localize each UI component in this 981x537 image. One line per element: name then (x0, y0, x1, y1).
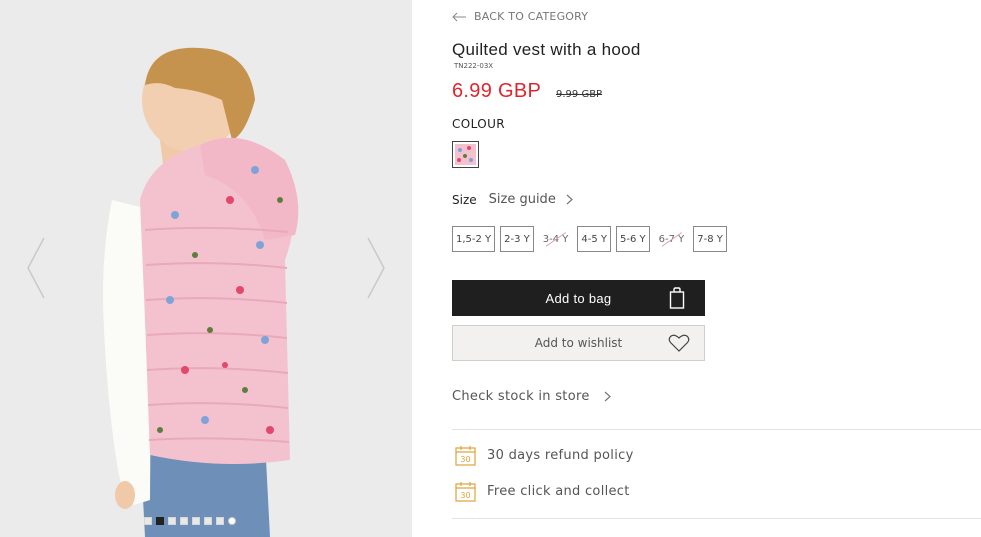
gallery-dot[interactable] (192, 517, 200, 525)
svg-text:30: 30 (460, 455, 470, 464)
heart-icon (668, 334, 690, 352)
size-option[interactable]: 2-3 Y (500, 226, 534, 252)
svg-text:30: 30 (460, 491, 470, 500)
product-sku: TN222-03X (454, 62, 494, 70)
add-to-wishlist-button[interactable]: Add to wishlist (452, 325, 705, 361)
product-details-panel: BACK TO CATEGORY Quilted vest with a hoo… (452, 0, 981, 537)
size-option[interactable]: 1,5-2 Y (452, 226, 496, 252)
add-to-wishlist-label: Add to wishlist (534, 336, 623, 350)
chevron-right-icon (566, 194, 573, 205)
gallery-dot[interactable] (204, 517, 212, 525)
gallery-dot[interactable] (156, 517, 164, 525)
colour-swatch-pattern (455, 144, 476, 165)
gallery-dot[interactable] (216, 517, 224, 525)
colour-swatch[interactable] (452, 141, 479, 168)
check-stock-link[interactable]: Check stock in store (452, 389, 611, 404)
size-label: Size (452, 192, 477, 207)
size-guide-link[interactable]: Size guide (489, 192, 573, 207)
size-option[interactable]: 3-4 Y (538, 226, 573, 252)
gallery-pagination (144, 517, 236, 525)
chevron-right-icon (604, 391, 611, 402)
size-option[interactable]: 6-7 Y (654, 226, 689, 252)
size-options: 1,5-2 Y 2-3 Y 3-4 Y 4-5 Y 5-6 Y 6-7 Y 7-8 Y (452, 226, 727, 252)
feature-refund-policy: 30 30 days refund policy (455, 445, 634, 466)
floral-pattern-icon (457, 146, 473, 162)
check-stock-label: Check stock in store (452, 389, 590, 404)
gallery-dot[interactable] (144, 517, 152, 525)
colour-label: COLOUR (452, 117, 506, 131)
gallery-dot[interactable] (228, 517, 236, 525)
product-photo (0, 0, 412, 537)
click-and-collect-label: Free click and collect (487, 484, 630, 499)
old-price: 9.99 GBP (556, 89, 603, 100)
product-title: Quilted vest with a hood (452, 40, 641, 59)
current-price: 6.99 GBP (452, 80, 542, 102)
calendar-30-icon: 30 (455, 446, 476, 466)
add-to-bag-button[interactable]: Add to bag (452, 280, 705, 316)
gallery-dot[interactable] (180, 517, 188, 525)
product-image-gallery (0, 0, 412, 537)
previous-image-arrow-icon[interactable] (24, 236, 48, 300)
back-to-category-link[interactable]: BACK TO CATEGORY (452, 10, 588, 23)
size-guide-label: Size guide (488, 192, 556, 207)
size-option[interactable]: 4-5 Y (577, 226, 612, 252)
calendar-30-icon: 30 (455, 482, 476, 502)
shopping-bag-icon (669, 287, 685, 309)
size-row: Size Size guide (452, 192, 573, 207)
size-option[interactable]: 5-6 Y (616, 226, 650, 252)
arrow-left-icon (452, 12, 466, 21)
refund-policy-label: 30 days refund policy (487, 448, 634, 463)
divider (452, 518, 981, 519)
gallery-dot[interactable] (168, 517, 176, 525)
next-image-arrow-icon[interactable] (364, 236, 388, 300)
back-to-category-label: BACK TO CATEGORY (474, 10, 589, 23)
feature-click-and-collect: 30 Free click and collect (455, 481, 630, 502)
add-to-bag-label: Add to bag (545, 290, 612, 306)
size-option[interactable]: 7-8 Y (693, 226, 727, 252)
divider (452, 429, 981, 430)
